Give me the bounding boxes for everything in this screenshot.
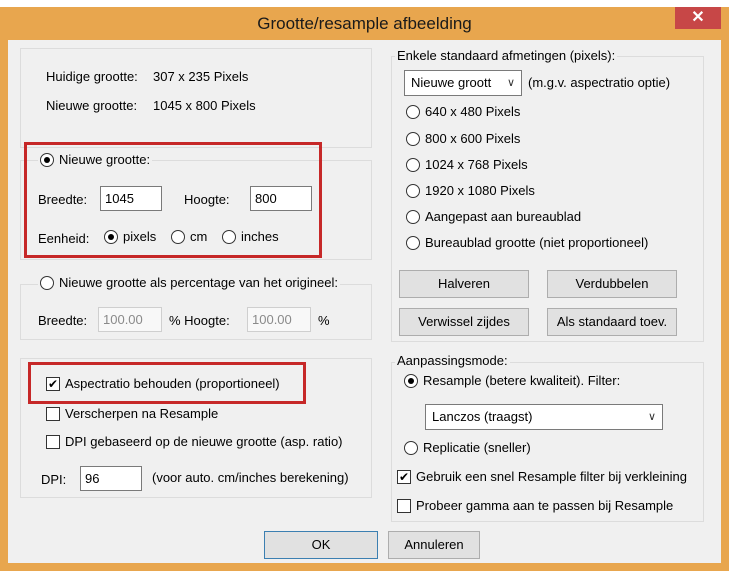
radio-button[interactable] [404, 373, 418, 388]
size-option-fit-desktop[interactable]: Aangepast aan bureaublad [406, 209, 581, 224]
standard-sizes-group [391, 56, 704, 342]
double-button[interactable]: Verdubbelen [547, 270, 677, 298]
size-option-label: Aangepast aan bureaublad [425, 209, 582, 224]
halve-button[interactable]: Halveren [399, 270, 529, 298]
radio-button[interactable] [404, 440, 418, 455]
radio-button[interactable] [406, 104, 420, 119]
sharpen-checkbox[interactable]: Verscherpen na Resample [46, 406, 218, 421]
current-size-value: 307 x 235 Pixels [153, 69, 249, 84]
checkbox-box[interactable] [46, 434, 60, 449]
cancel-button[interactable]: Annuleren [388, 531, 480, 559]
resample-radio[interactable]: Resample (betere kwaliteit). Filter: [404, 373, 620, 388]
filter-value: Lanczos (traagst) [432, 409, 533, 424]
size-option-label: 1024 x 768 Pixels [425, 157, 528, 172]
percentage-radio-label: Nieuwe grootte als percentage van het or… [59, 275, 338, 290]
size-option-1920[interactable]: 1920 x 1080 Pixels [406, 183, 535, 198]
highlight-box-aspect [28, 362, 306, 404]
standard-size-dropdown[interactable]: Nieuwe groott ∨ [404, 70, 522, 96]
replication-radio[interactable]: Replicatie (sneller) [404, 440, 531, 455]
resample-label: Resample (betere kwaliteit). Filter: [423, 373, 621, 388]
standard-sizes-legend: Enkele standaard afmetingen (pixels): [395, 48, 618, 63]
percentage-radio[interactable]: Nieuwe grootte als percentage van het or… [38, 275, 340, 290]
radio-button[interactable] [406, 209, 420, 224]
percentage-group [20, 284, 372, 340]
highlight-box-new-size [24, 142, 322, 258]
pct-height-input[interactable] [247, 307, 311, 332]
pct-sign: % [318, 313, 330, 328]
dpi-based-checkbox[interactable]: DPI gebaseerd op de nieuwe grootte (asp.… [46, 434, 343, 449]
add-default-button[interactable]: Als standaard toev. [547, 308, 677, 336]
dropdown-value: Nieuwe groott [411, 75, 492, 90]
size-option-label: Bureaublad grootte (niet proportioneel) [425, 235, 649, 250]
dpi-label: DPI: [41, 472, 67, 487]
fast-filter-label: Gebruik een snel Resample filter bij ver… [416, 469, 687, 484]
pct-height-label: % Hoogte: [169, 313, 230, 328]
dropdown-note: (m.g.v. aspectratio optie) [528, 75, 671, 90]
check-icon[interactable]: ✔ [397, 469, 411, 484]
mode-legend: Aanpassingsmode: [395, 353, 510, 368]
dpi-based-label: DPI gebaseerd op de nieuwe grootte (asp.… [65, 434, 343, 449]
size-option-label: 800 x 600 Pixels [425, 131, 521, 146]
radio-button[interactable] [406, 157, 420, 172]
chevron-down-icon: ∨ [647, 411, 656, 423]
radio-button[interactable] [40, 275, 54, 290]
filter-dropdown[interactable]: Lanczos (traagst) ∨ [425, 404, 663, 430]
close-button[interactable]: ✕ [675, 7, 721, 29]
pct-width-input[interactable] [98, 307, 162, 332]
fast-filter-checkbox[interactable]: ✔ Gebruik een snel Resample filter bij v… [397, 469, 687, 484]
size-option-640[interactable]: 640 x 480 Pixels [406, 104, 520, 119]
size-option-label: 640 x 480 Pixels [425, 104, 521, 119]
dpi-note: (voor auto. cm/inches berekening) [152, 470, 349, 485]
gamma-checkbox[interactable]: Probeer gamma aan te passen bij Resample [397, 498, 673, 513]
replication-label: Replicatie (sneller) [423, 440, 531, 455]
new-size-label: Nieuwe grootte: [46, 98, 138, 113]
swap-sides-button[interactable]: Verwissel zijdes [399, 308, 529, 336]
pct-width-label: Breedte: [38, 313, 88, 328]
size-option-label: 1920 x 1080 Pixels [425, 183, 535, 198]
checkbox-box[interactable] [397, 498, 411, 513]
chevron-down-icon: ∨ [506, 77, 515, 89]
radio-button[interactable] [406, 131, 420, 146]
sharpen-label: Verscherpen na Resample [65, 406, 219, 421]
size-option-1024[interactable]: 1024 x 768 Pixels [406, 157, 528, 172]
current-size-label: Huidige grootte: [46, 69, 138, 84]
radio-button[interactable] [406, 183, 420, 198]
dpi-input[interactable] [80, 466, 142, 491]
size-option-desktop-size[interactable]: Bureaublad grootte (niet proportioneel) [406, 235, 648, 250]
gamma-label: Probeer gamma aan te passen bij Resample [416, 498, 674, 513]
ok-button[interactable]: OK [264, 531, 378, 559]
window-title: Grootte/resample afbeelding [257, 14, 472, 33]
size-option-800[interactable]: 800 x 600 Pixels [406, 131, 520, 146]
radio-button[interactable] [406, 235, 420, 250]
new-size-value: 1045 x 800 Pixels [153, 98, 256, 113]
checkbox-box[interactable] [46, 406, 60, 421]
